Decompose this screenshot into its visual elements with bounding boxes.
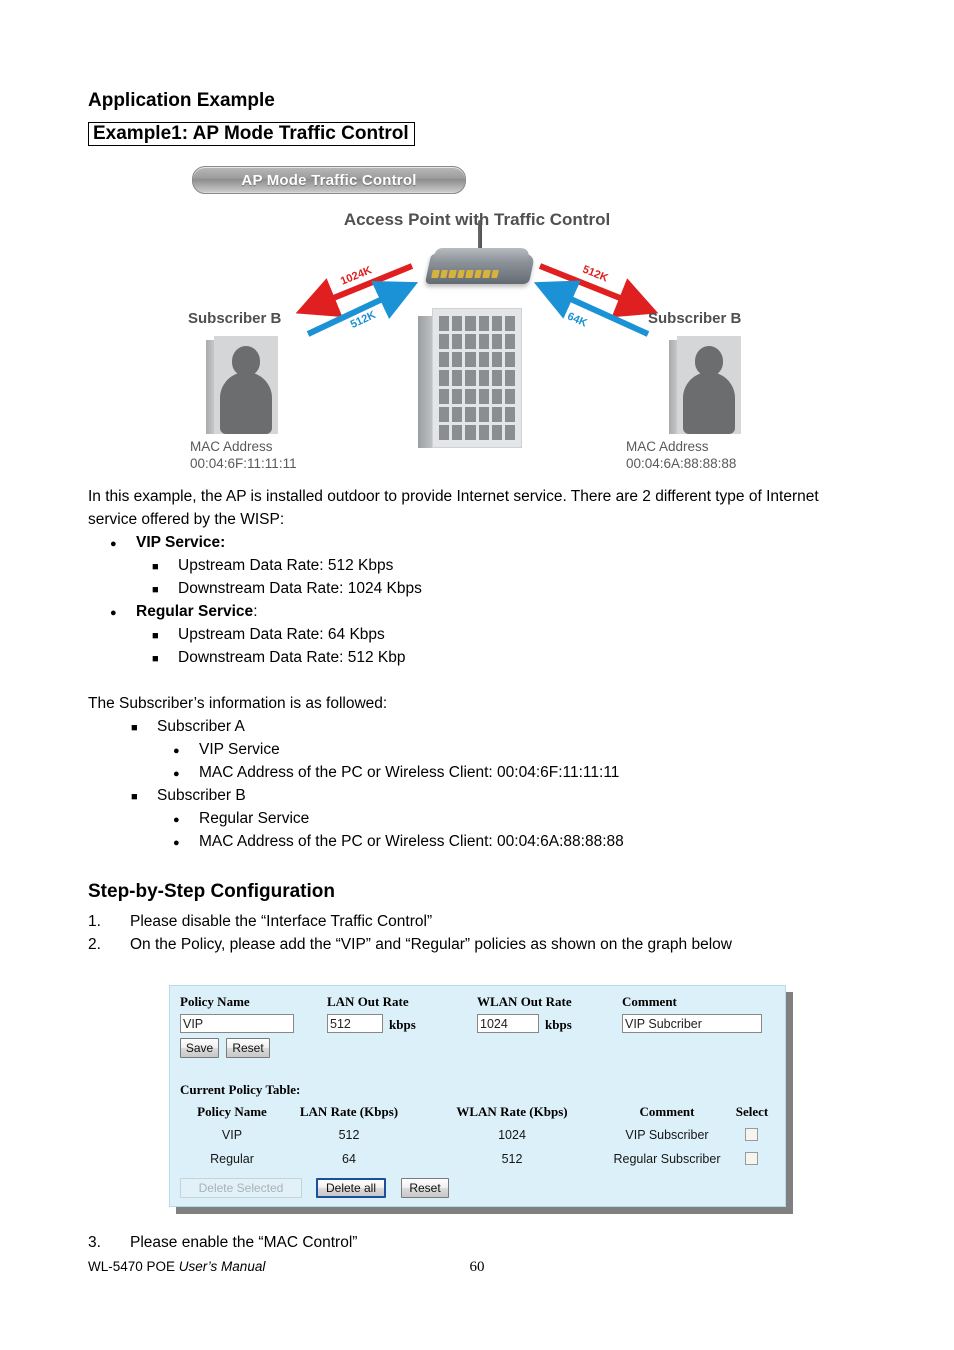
disc-bullet-icon <box>110 600 136 623</box>
disc-bullet-icon <box>173 761 199 784</box>
service-regular: Regular Service: <box>110 600 258 623</box>
disc-bullet-icon <box>110 531 136 554</box>
step-1-number: 1. <box>88 913 101 930</box>
th-comment: Comment <box>639 1104 695 1119</box>
th-lan-rate: LAN Rate (Kbps) <box>299 1104 399 1119</box>
right-subscriber-avatar <box>669 336 741 434</box>
page-title: Application Example <box>88 90 275 111</box>
right-subscriber-mac: MAC Address 00:04:6A:88:88:88 <box>626 439 737 472</box>
delete-selected-button[interactable]: Delete Selected <box>180 1178 302 1198</box>
square-bullet-icon <box>131 784 157 807</box>
square-bullet-icon <box>131 715 157 738</box>
step-2: 2. On the Policy, please add the “VIP” a… <box>88 936 732 954</box>
subscriber-a-detail-0-text: VIP Service <box>199 741 280 758</box>
service-regular-label: Regular Service <box>136 603 254 620</box>
save-button[interactable]: Save <box>180 1038 219 1058</box>
step-2-text: On the Policy, please add the “VIP” and … <box>130 936 732 953</box>
subscriber-a-detail-1: MAC Address of the PC or Wireless Client… <box>173 761 619 784</box>
delete-all-button[interactable]: Delete all <box>316 1178 386 1198</box>
table-row-0-comment: VIP Subscriber <box>625 1128 709 1142</box>
left-subscriber-avatar <box>206 336 278 434</box>
service-regular-suffix: : <box>253 603 258 620</box>
reset-button[interactable]: Reset <box>226 1038 270 1058</box>
table-row-1-lan-rate: 64 <box>342 1152 356 1166</box>
step-by-step-heading: Step-by-Step Configuration <box>88 881 335 902</box>
lan-out-rate-input[interactable] <box>327 1014 383 1033</box>
square-bullet-icon <box>152 577 178 600</box>
service-regular-item-0: Upstream Data Rate: 64 Kbps <box>152 623 385 646</box>
footer-page-number: 60 <box>469 1259 485 1275</box>
table-row-1-comment: Regular Subscriber <box>613 1152 721 1166</box>
disc-bullet-icon <box>173 830 199 853</box>
square-bullet-icon <box>152 646 178 669</box>
example-heading-box: Example1: AP Mode Traffic Control <box>88 122 415 146</box>
table-row-1-select-checkbox[interactable] <box>745 1152 758 1165</box>
disc-bullet-icon <box>173 738 199 761</box>
label-lan-out-rate: LAN Out Rate <box>327 994 409 1009</box>
comment-input[interactable] <box>622 1014 762 1033</box>
th-select: Select <box>735 1104 769 1119</box>
left-subscriber-mac: MAC Address 00:04:6F:11:11:11 <box>190 439 297 472</box>
label-policy-name: Policy Name <box>180 994 250 1009</box>
th-policy-name: Policy Name <box>197 1104 267 1119</box>
lan-unit-label: kbps <box>389 1017 416 1032</box>
subscriber-a: Subscriber A <box>131 715 245 738</box>
service-regular-item-1-text: Downstream Data Rate: 512 Kbp <box>178 649 406 666</box>
step-1-text: Please disable the “Interface Traffic Co… <box>130 913 433 930</box>
table-row-0-wlan-rate: 1024 <box>498 1128 526 1142</box>
left-subscriber-label: Subscriber B <box>188 310 282 327</box>
example-heading-text: Example1: AP Mode Traffic Control <box>93 123 409 144</box>
subscriber-b-label: Subscriber B <box>157 787 246 804</box>
subscriber-info-intro: The Subscriber’s information is as follo… <box>88 695 388 712</box>
subscriber-b: Subscriber B <box>131 784 246 807</box>
document-page: Application Example Example1: AP Mode Tr… <box>0 0 954 1350</box>
traffic-control-policy-panel: Policy Name LAN Out Rate WLAN Out Rate C… <box>169 985 786 1207</box>
subscriber-a-label: Subscriber A <box>157 718 245 735</box>
service-vip-label: VIP Service: <box>136 534 226 551</box>
network-diagram: AP Mode Traffic Control Access Point wit… <box>182 158 772 478</box>
subscriber-a-detail-1-text: MAC Address of the PC or Wireless Client… <box>199 764 620 781</box>
wlan-out-rate-input[interactable] <box>477 1014 539 1033</box>
service-vip-item-0: Upstream Data Rate: 512 Kbps <box>152 554 393 577</box>
service-vip-item-1: Downstream Data Rate: 1024 Kbps <box>152 577 422 600</box>
subscriber-b-detail-0-text: Regular Service <box>199 810 310 827</box>
table-row-0-policy-name: VIP <box>221 1128 243 1142</box>
table-row-0-select-checkbox[interactable] <box>745 1128 758 1141</box>
step-1: 1. Please disable the “Interface Traffic… <box>88 913 432 931</box>
label-comment: Comment <box>622 994 677 1009</box>
intro-line-1: In this example, the AP is installed out… <box>88 488 819 505</box>
step-3: 3. Please enable the “MAC Control” <box>88 1234 357 1252</box>
right-subscriber-label: Subscriber B <box>648 310 742 327</box>
step-3-text: Please enable the “MAC Control” <box>130 1234 358 1251</box>
subscriber-a-detail-0: VIP Service <box>173 738 280 761</box>
square-bullet-icon <box>152 623 178 646</box>
wlan-unit-label: kbps <box>545 1017 572 1032</box>
table-row-1-wlan-rate: 512 <box>501 1152 523 1166</box>
reset-table-button[interactable]: Reset <box>401 1178 449 1198</box>
square-bullet-icon <box>152 554 178 577</box>
subscriber-b-detail-1: MAC Address of the PC or Wireless Client… <box>173 830 624 853</box>
label-wlan-out-rate: WLAN Out Rate <box>477 994 572 1009</box>
service-vip: VIP Service: <box>110 531 225 554</box>
table-row-0-lan-rate: 512 <box>338 1128 360 1142</box>
service-vip-item-1-text: Downstream Data Rate: 1024 Kbps <box>178 580 422 597</box>
step-2-number: 2. <box>88 936 101 953</box>
subscriber-b-detail-0: Regular Service <box>173 807 309 830</box>
policy-name-input[interactable] <box>180 1014 294 1033</box>
service-regular-item-1: Downstream Data Rate: 512 Kbp <box>152 646 405 669</box>
intro-line-2: service offered by the WISP: <box>88 511 285 528</box>
subscriber-b-detail-1-text: MAC Address of the PC or Wireless Client… <box>199 833 624 850</box>
policy-table-title: Current Policy Table: <box>180 1082 301 1097</box>
disc-bullet-icon <box>173 807 199 830</box>
service-vip-item-0-text: Upstream Data Rate: 512 Kbps <box>178 557 394 574</box>
table-row-1-policy-name: Regular <box>210 1152 254 1166</box>
step-3-number: 3. <box>88 1234 101 1251</box>
service-regular-item-0-text: Upstream Data Rate: 64 Kbps <box>178 626 385 643</box>
th-wlan-rate: WLAN Rate (Kbps) <box>456 1104 568 1119</box>
